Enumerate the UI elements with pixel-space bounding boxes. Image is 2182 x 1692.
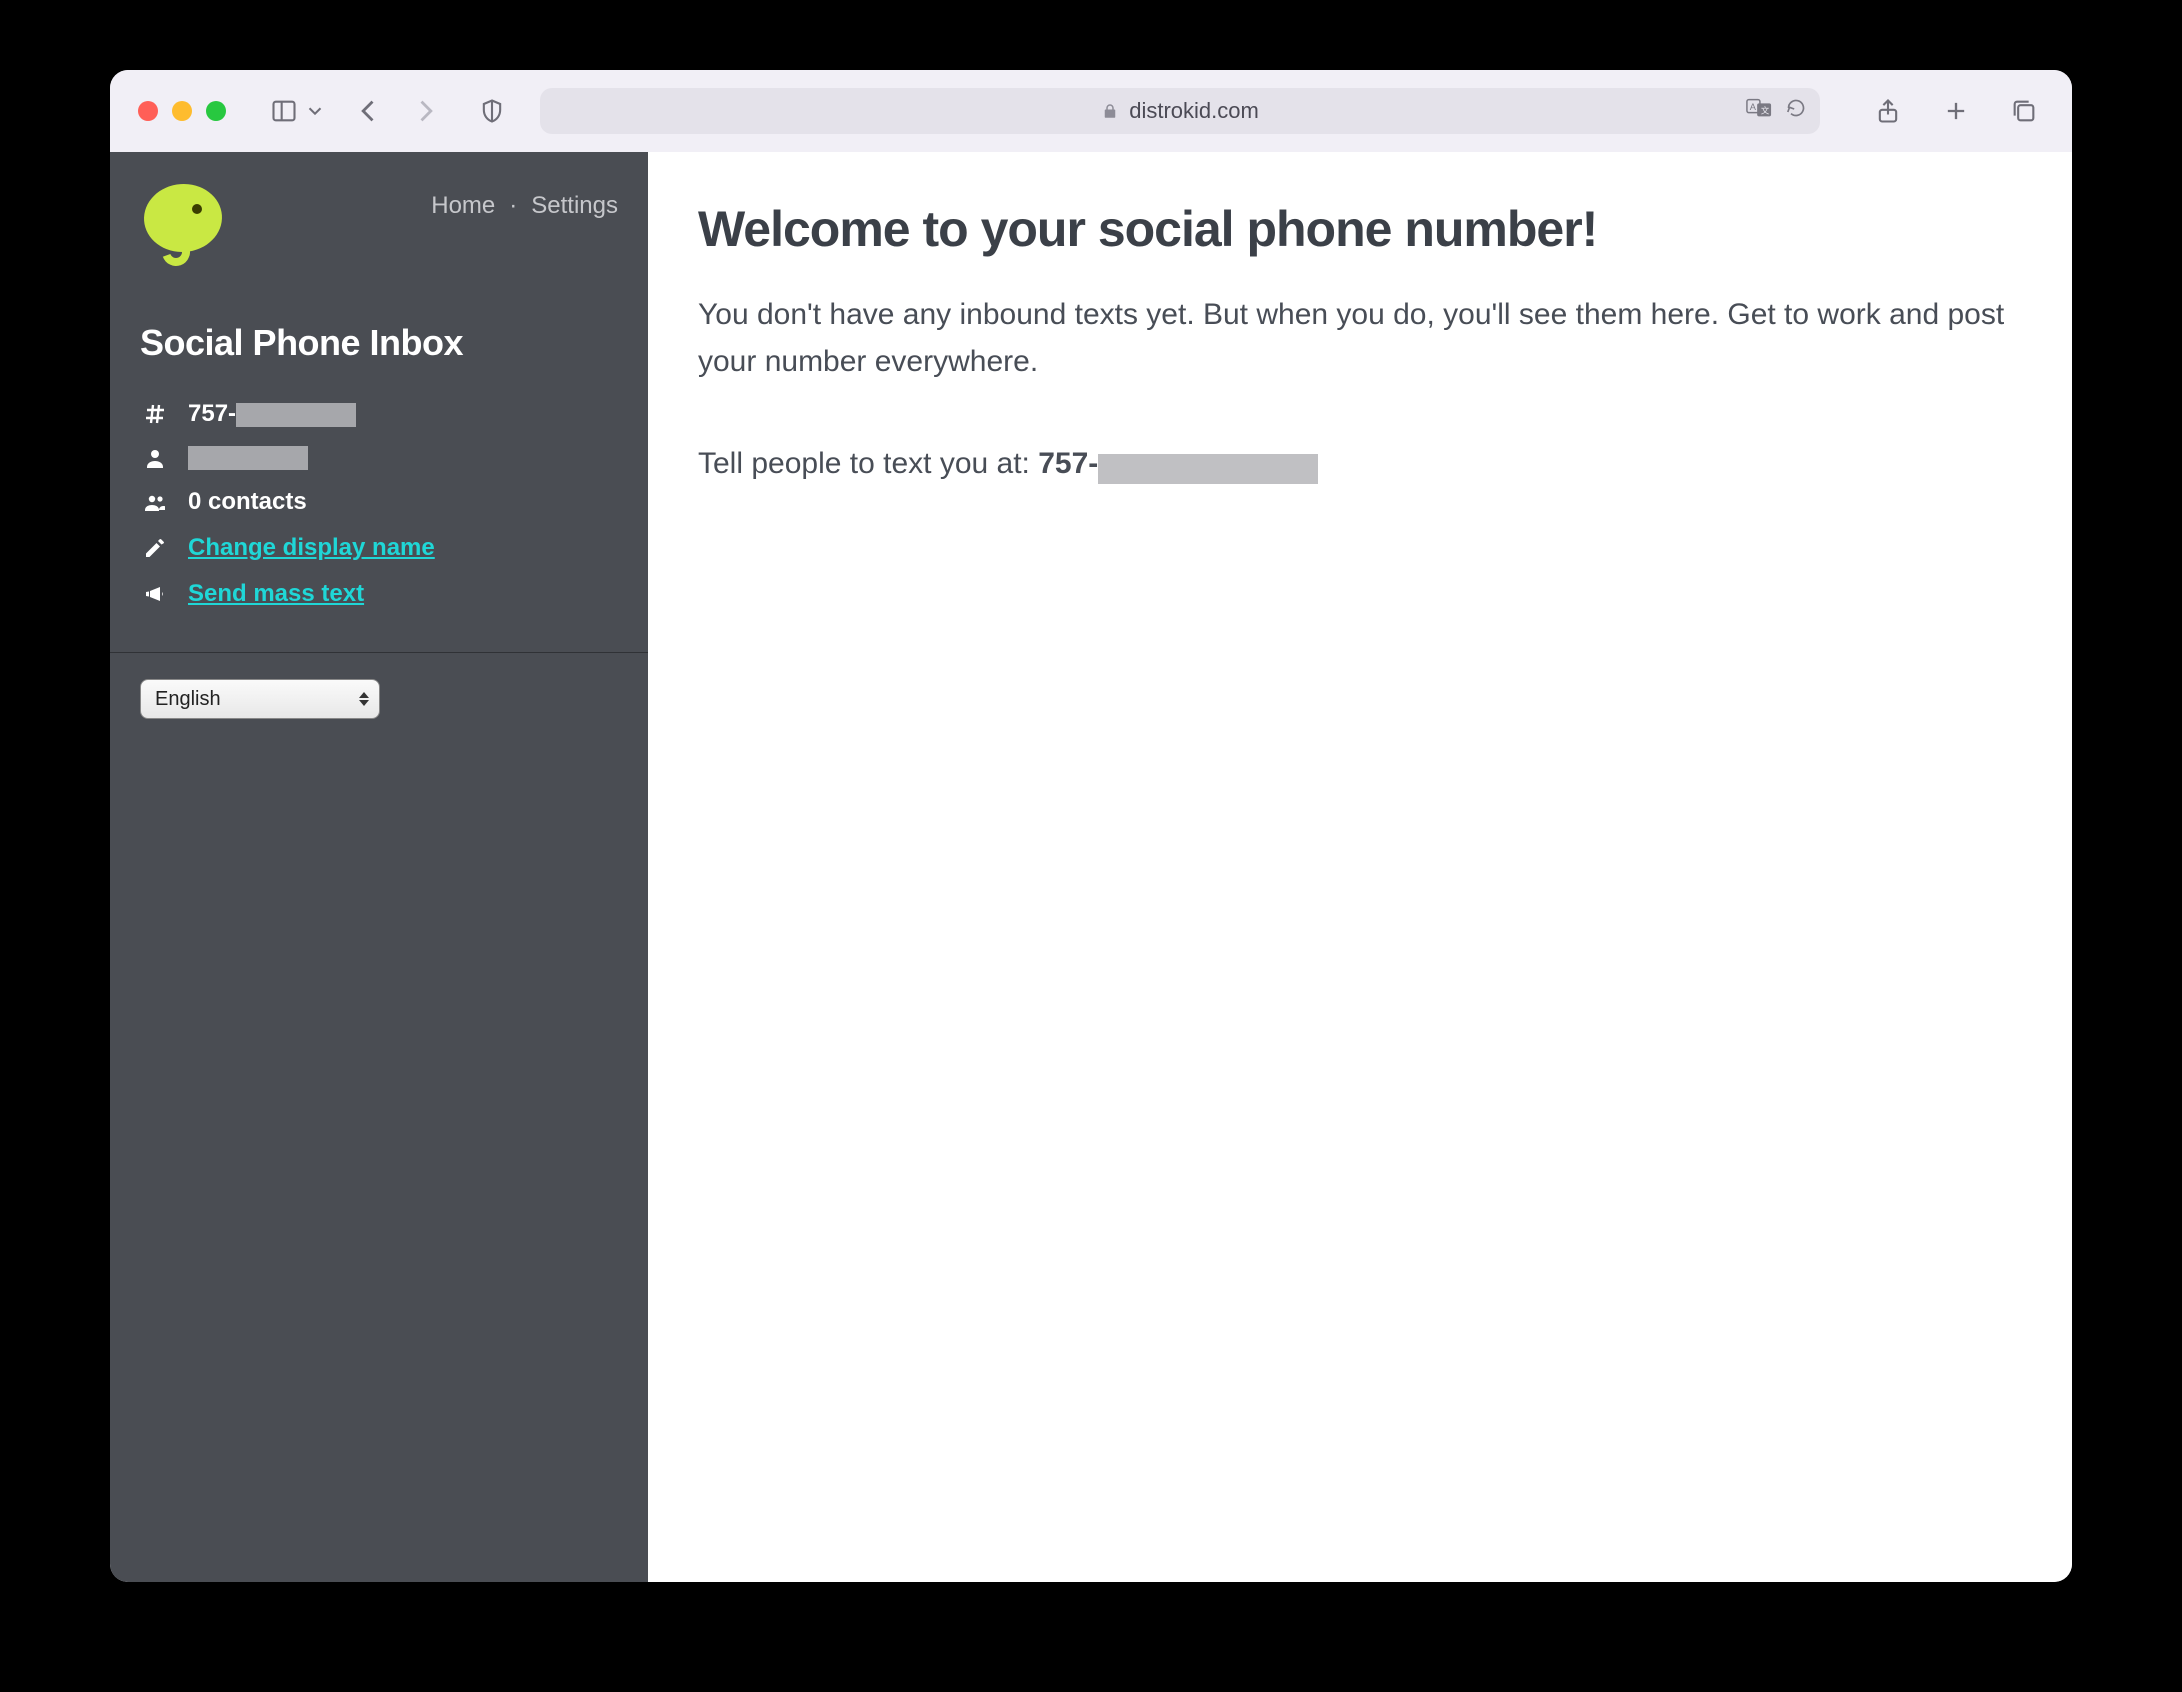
new-tab-icon[interactable] — [1936, 91, 1976, 131]
back-button[interactable] — [354, 91, 384, 131]
sidebar-nav: Home · Settings — [431, 182, 618, 220]
nav-separator: · — [509, 192, 517, 220]
sidebar-toggle-icon[interactable] — [264, 91, 304, 131]
person-icon — [140, 446, 170, 470]
phone-prefix: 757- — [188, 400, 236, 427]
page-heading: Welcome to your social phone number! — [698, 200, 2022, 258]
sidebar-top: Home · Settings Social Phone Inbox 757- — [110, 152, 648, 652]
megaphone-icon — [140, 582, 170, 606]
refresh-icon[interactable] — [1786, 98, 1806, 124]
sidebar-title: Social Phone Inbox — [140, 322, 618, 364]
nav-settings-link[interactable]: Settings — [531, 192, 618, 220]
page-content: Home · Settings Social Phone Inbox 757- — [110, 152, 2072, 1582]
share-icon[interactable] — [1868, 91, 1908, 131]
maximize-window-button[interactable] — [206, 101, 226, 121]
forward-button[interactable] — [410, 91, 440, 131]
send-mass-text-row: Send mass text — [140, 580, 618, 608]
nav-home-link[interactable]: Home — [431, 192, 495, 220]
nav-arrows — [354, 91, 440, 131]
close-window-button[interactable] — [138, 101, 158, 121]
svg-text:文: 文 — [1761, 106, 1770, 116]
distrokid-logo[interactable] — [140, 182, 232, 274]
sidebar-header: Home · Settings — [140, 182, 618, 274]
intro-paragraph: You don't have any inbound texts yet. Bu… — [698, 292, 2022, 385]
address-bar-domain: distrokid.com — [1129, 98, 1259, 124]
tabs-overview-icon[interactable] — [2004, 91, 2044, 131]
tell-prefix: Tell people to text you at: — [698, 447, 1038, 480]
browser-toolbar: distrokid.com A文 — [110, 70, 2072, 152]
change-display-name-link[interactable]: Change display name — [188, 534, 435, 562]
sidebar-info-list: 757- 0 contacts — [140, 400, 618, 608]
main-content: Welcome to your social phone number! You… — [648, 152, 2072, 1582]
redacted-name — [188, 446, 308, 470]
send-mass-text-link[interactable]: Send mass text — [188, 580, 364, 608]
svg-text:A: A — [1750, 102, 1757, 112]
translate-icon[interactable]: A文 — [1746, 97, 1772, 125]
people-icon — [140, 490, 170, 514]
hash-icon — [140, 402, 170, 426]
tell-number-prefix: 757- — [1038, 447, 1098, 480]
address-bar-actions: A文 — [1746, 97, 1806, 125]
minimize-window-button[interactable] — [172, 101, 192, 121]
contacts-count: 0 contacts — [188, 488, 307, 516]
shield-icon[interactable] — [472, 91, 512, 131]
toolbar-right — [1868, 91, 2044, 131]
phone-number-value: 757- — [188, 400, 356, 428]
redacted-tell-number — [1098, 454, 1318, 484]
language-selected-value: English — [155, 688, 221, 711]
select-stepper-icon — [359, 692, 369, 706]
language-section: English — [110, 653, 648, 745]
phone-number-row: 757- — [140, 400, 618, 428]
change-display-name-row: Change display name — [140, 534, 618, 562]
language-select[interactable]: English — [140, 679, 380, 719]
sidebar-toggle-group — [264, 91, 326, 131]
display-name-row — [140, 446, 618, 470]
browser-window: distrokid.com A文 — [110, 70, 2072, 1582]
sidebar: Home · Settings Social Phone Inbox 757- — [110, 152, 648, 1582]
tell-paragraph: Tell people to text you at: 757- — [698, 441, 2022, 488]
contacts-row: 0 contacts — [140, 488, 618, 516]
lock-icon — [1101, 102, 1119, 120]
pencil-icon — [140, 536, 170, 560]
address-bar[interactable]: distrokid.com A文 — [540, 88, 1820, 134]
redacted-phone — [236, 403, 356, 427]
chevron-down-icon[interactable] — [304, 91, 326, 131]
window-controls — [138, 101, 226, 121]
